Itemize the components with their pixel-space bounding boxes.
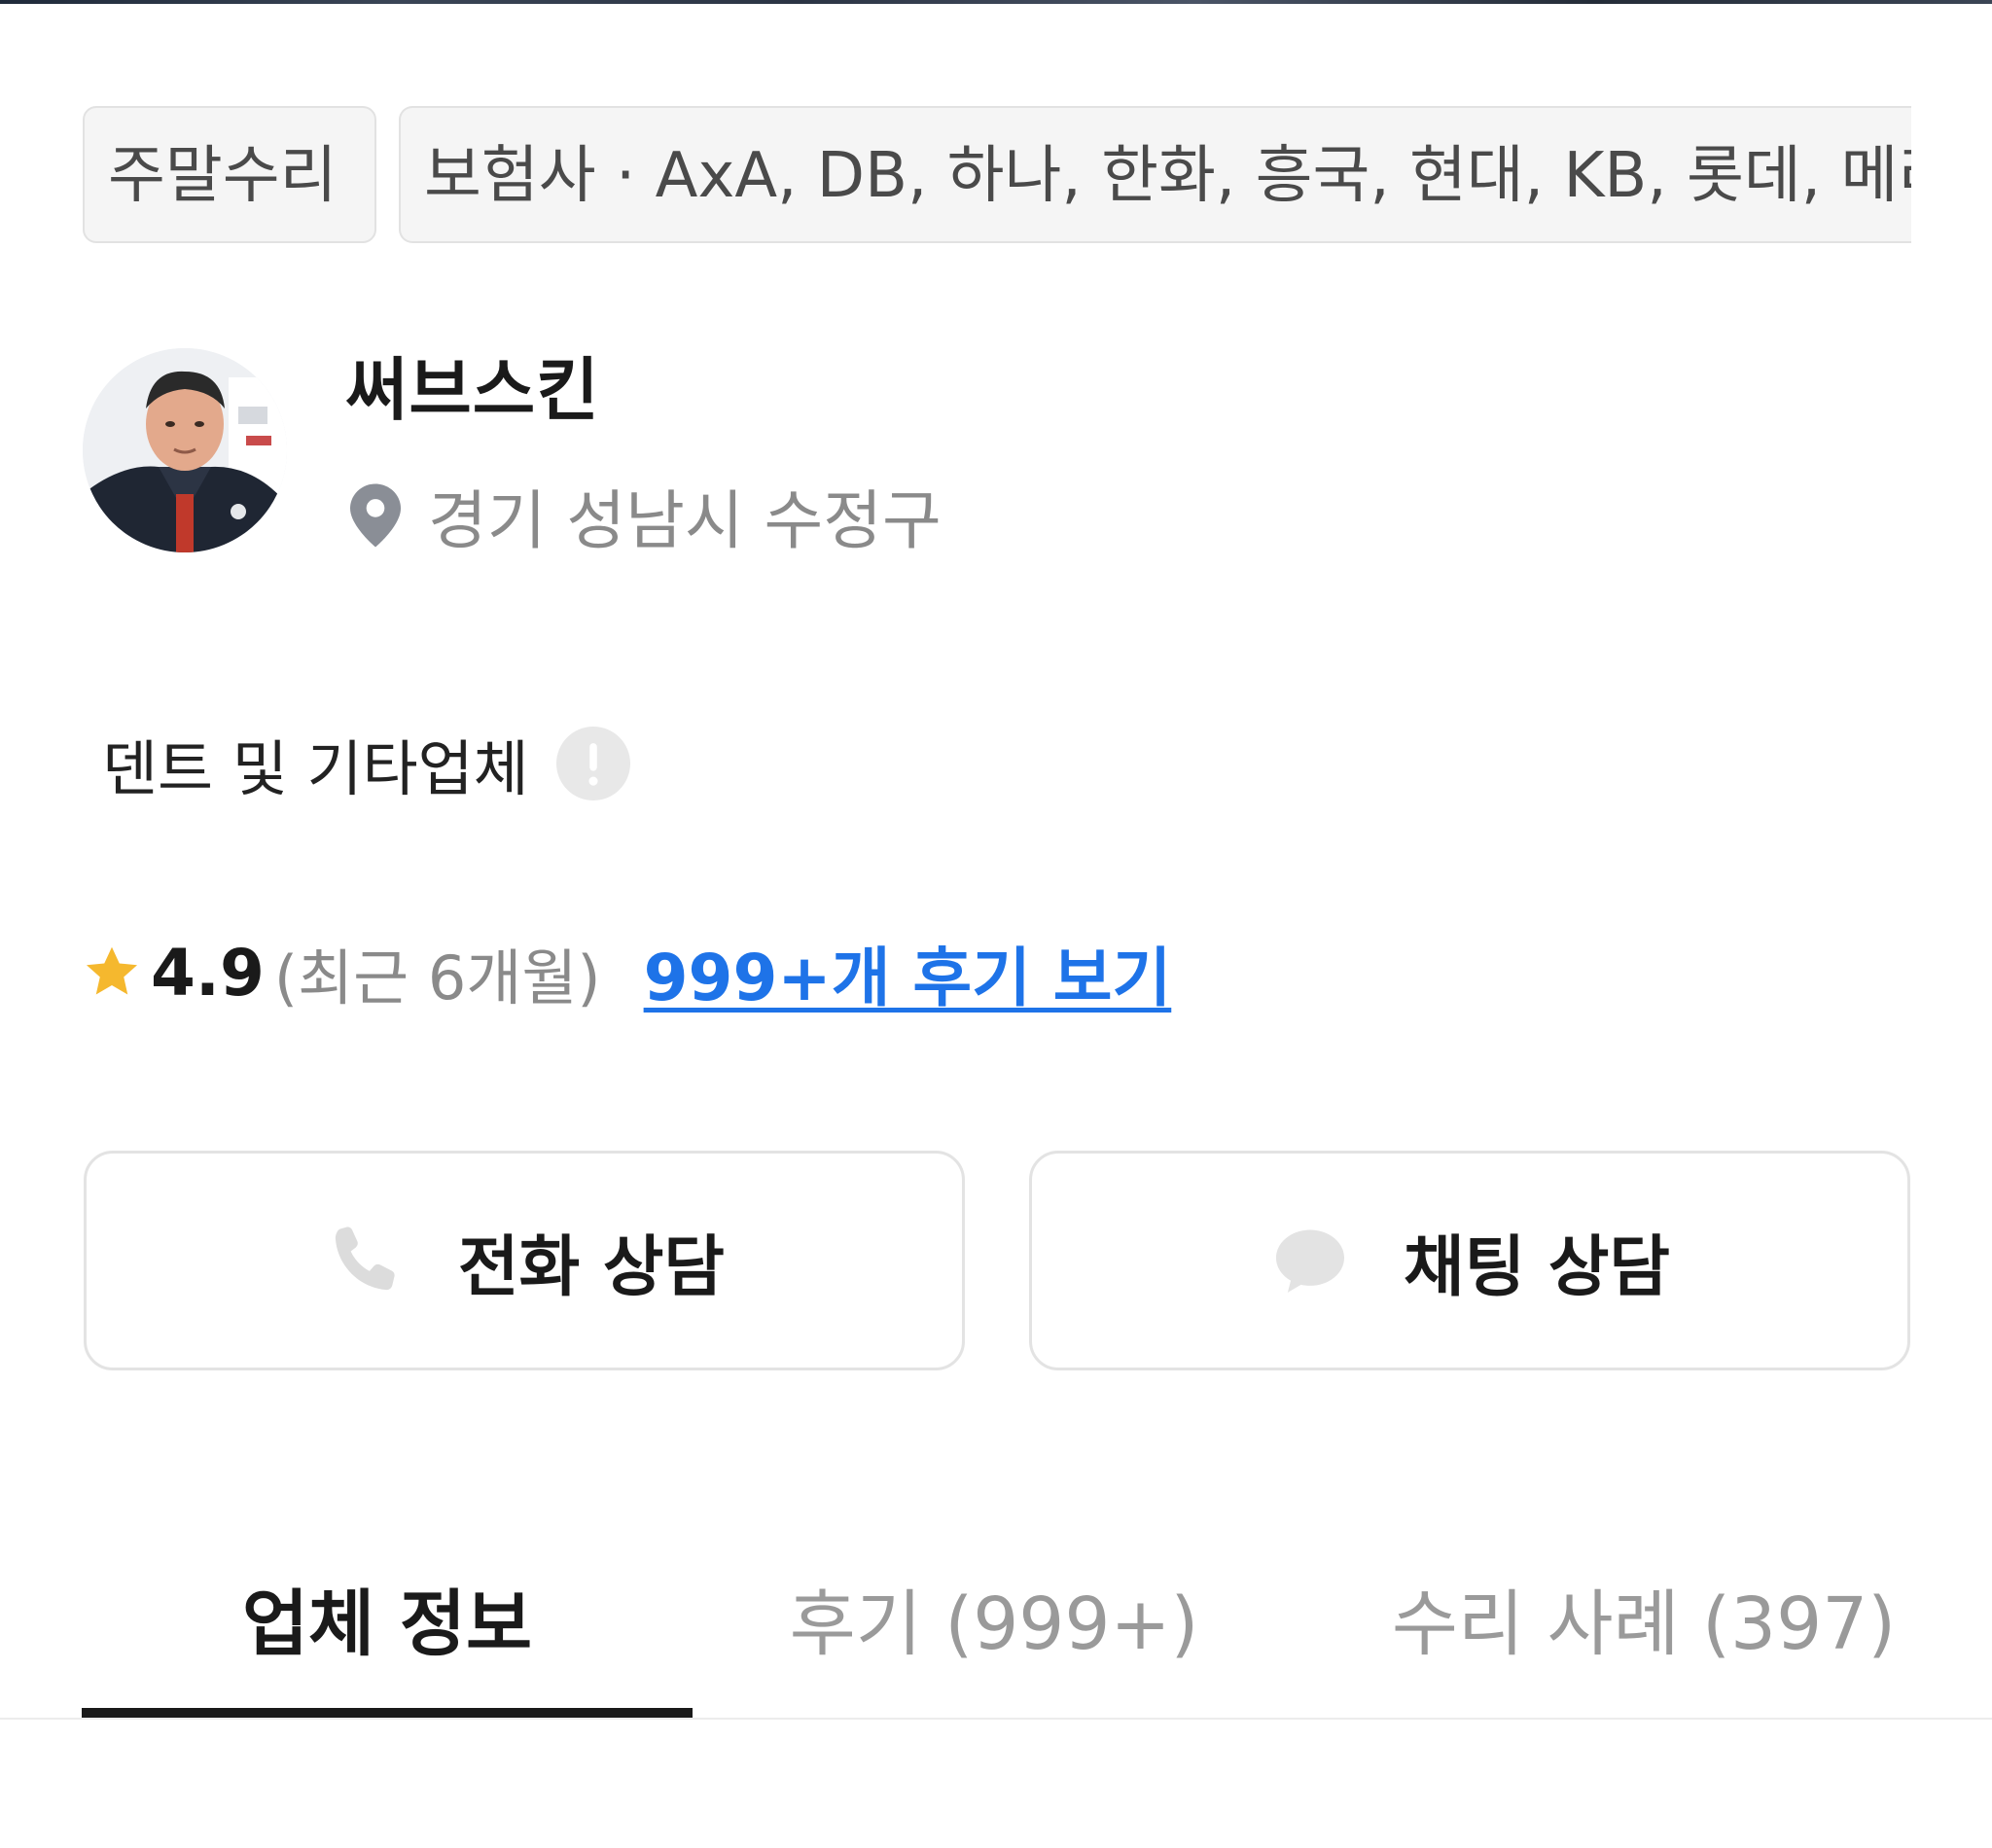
star-icon (87, 946, 137, 995)
call-consult-label: 전화 상담 (458, 1228, 725, 1306)
phone-icon (335, 1226, 395, 1291)
map-pin-icon (350, 483, 401, 548)
header-image-edge (0, 0, 1992, 4)
tab-shop-info[interactable]: 업체 정보 (82, 1517, 693, 1718)
view-reviews-link[interactable]: 999+개 후기 보기 (644, 926, 1172, 1019)
rating-value: 4.9 (151, 935, 265, 1011)
location-text: 경기 성남시 수정구 (428, 483, 942, 558)
chat-consult-button[interactable]: 채팅 상담 (1029, 1151, 1910, 1370)
tab-reviews[interactable]: 후기 (999+) (693, 1517, 1296, 1718)
tab-divider (0, 1718, 1992, 1720)
location: 경기 성남시 수정구 (350, 477, 942, 558)
avatar-photo (83, 348, 287, 552)
chat-consult-label: 채팅 상담 (1404, 1228, 1670, 1306)
tab-bar: 업체 정보 후기 (999+) 수리 사례 (397) (0, 1517, 1992, 1722)
avatar (83, 348, 287, 552)
tab-repair-cases[interactable]: 수리 사례 (397) (1296, 1517, 1992, 1718)
call-consult-button[interactable]: 전화 상담 (84, 1151, 965, 1370)
chip-weekend-repair[interactable]: 주말수리 (83, 106, 376, 243)
chat-bubble-icon (1276, 1229, 1345, 1293)
exclamation-circle-icon[interactable] (555, 727, 630, 800)
active-tab-indicator (82, 1708, 693, 1718)
chip-insurance[interactable]: 보험사 · AxA, DB, 하나, 한화, 흥국, 현대, KB, 롯데, 메… (399, 106, 1911, 243)
shop-name: 써브스킨 (345, 350, 600, 430)
category: 덴트 및 기타업체 (102, 720, 630, 807)
rating: 4.9 (최근 6개월) 999+개 후기 보기 (83, 929, 1171, 1016)
rating-period: (최근 6개월) (273, 942, 601, 1013)
category-text: 덴트 및 기타업체 (102, 733, 529, 804)
tag-chips: 주말수리 보험사 · AxA, DB, 하나, 한화, 흥국, 현대, KB, … (83, 106, 1911, 247)
